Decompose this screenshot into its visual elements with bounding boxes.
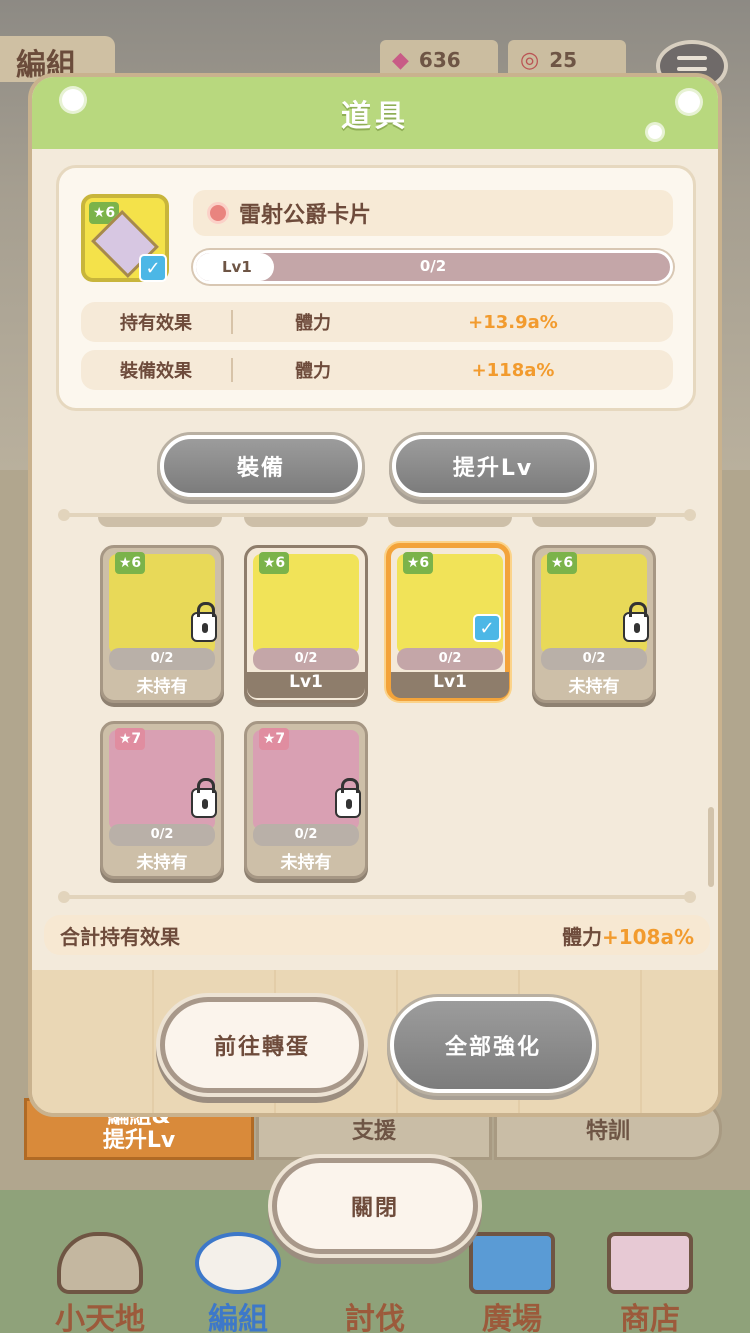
lock-icon (335, 778, 361, 818)
item-type-icon (207, 202, 229, 224)
close-button[interactable]: 關閉 (272, 1158, 478, 1254)
divider (58, 891, 696, 903)
chiikawa-icon (195, 1232, 281, 1294)
button-area (32, 970, 718, 1113)
lock-icon (623, 602, 649, 642)
selected-item-icon: ★ 6 ✓ (81, 194, 169, 282)
item-slot[interactable]: ★ 6 0/2 未持有 (100, 545, 224, 703)
item-slot-selected[interactable]: ★ 6 ✓ 0/2 Lv1 (386, 543, 510, 701)
nav-plaza[interactable]: 廣場 (452, 1232, 572, 1333)
item-name-bar: 雷射公爵卡片 (193, 190, 673, 236)
shop-icon (607, 1232, 693, 1294)
item-name: 雷射公爵卡片 (239, 203, 372, 228)
level-progress-text: 0/2 (419, 257, 447, 275)
equip-effect-row: 裝備效果 體力 +118a% (81, 350, 673, 390)
signpost-icon (469, 1232, 555, 1294)
total-effect-bar: 合計持有效果 體力+108a% (44, 915, 710, 955)
items-modal: 道具 ★ 6 ✓ 雷射公爵卡片 Lv1 0/2 持有效果 體力 +13.9a% 裝… (28, 73, 722, 1117)
scrollbar[interactable] (708, 807, 714, 887)
nav-formation[interactable]: 編組 (178, 1232, 298, 1333)
item-slot[interactable]: ★ 7 0/2 未持有 (244, 721, 368, 879)
gacha-button[interactable]: 前往轉蛋 (160, 997, 364, 1093)
upgrade-level-button[interactable]: 提升Lv (392, 435, 594, 497)
lock-icon (191, 602, 217, 642)
modal-title: 道具 (341, 99, 409, 134)
enhance-all-button[interactable]: 全部強化 (390, 997, 596, 1093)
lock-icon (191, 778, 217, 818)
total-effect-value: 體力+108a% (561, 924, 694, 949)
nav-home[interactable]: 小天地 (40, 1232, 160, 1333)
item-slot[interactable]: ★ 7 0/2 未持有 (100, 721, 224, 879)
house-icon (57, 1232, 143, 1294)
nav-shop[interactable]: 商店 (590, 1232, 710, 1333)
item-slot[interactable]: ★ 6 0/2 未持有 (532, 545, 656, 703)
item-detail-card: ★ 6 ✓ 雷射公爵卡片 Lv1 0/2 持有效果 體力 +13.9a% 裝備效果… (56, 165, 696, 411)
check-icon: ✓ (473, 614, 501, 642)
candy-icon: ◆ (392, 47, 409, 73)
total-effect-label: 合計持有效果 (60, 924, 180, 949)
owned-effect-row: 持有效果 體力 +13.9a% (81, 302, 673, 342)
check-icon: ✓ (139, 254, 167, 282)
spiral-icon: ◎ (520, 47, 540, 73)
equip-button[interactable]: 裝備 (160, 435, 362, 497)
level-progress-bar: Lv1 0/2 (193, 250, 673, 284)
item-slot[interactable]: ★ 6 0/2 Lv1 (244, 545, 368, 703)
